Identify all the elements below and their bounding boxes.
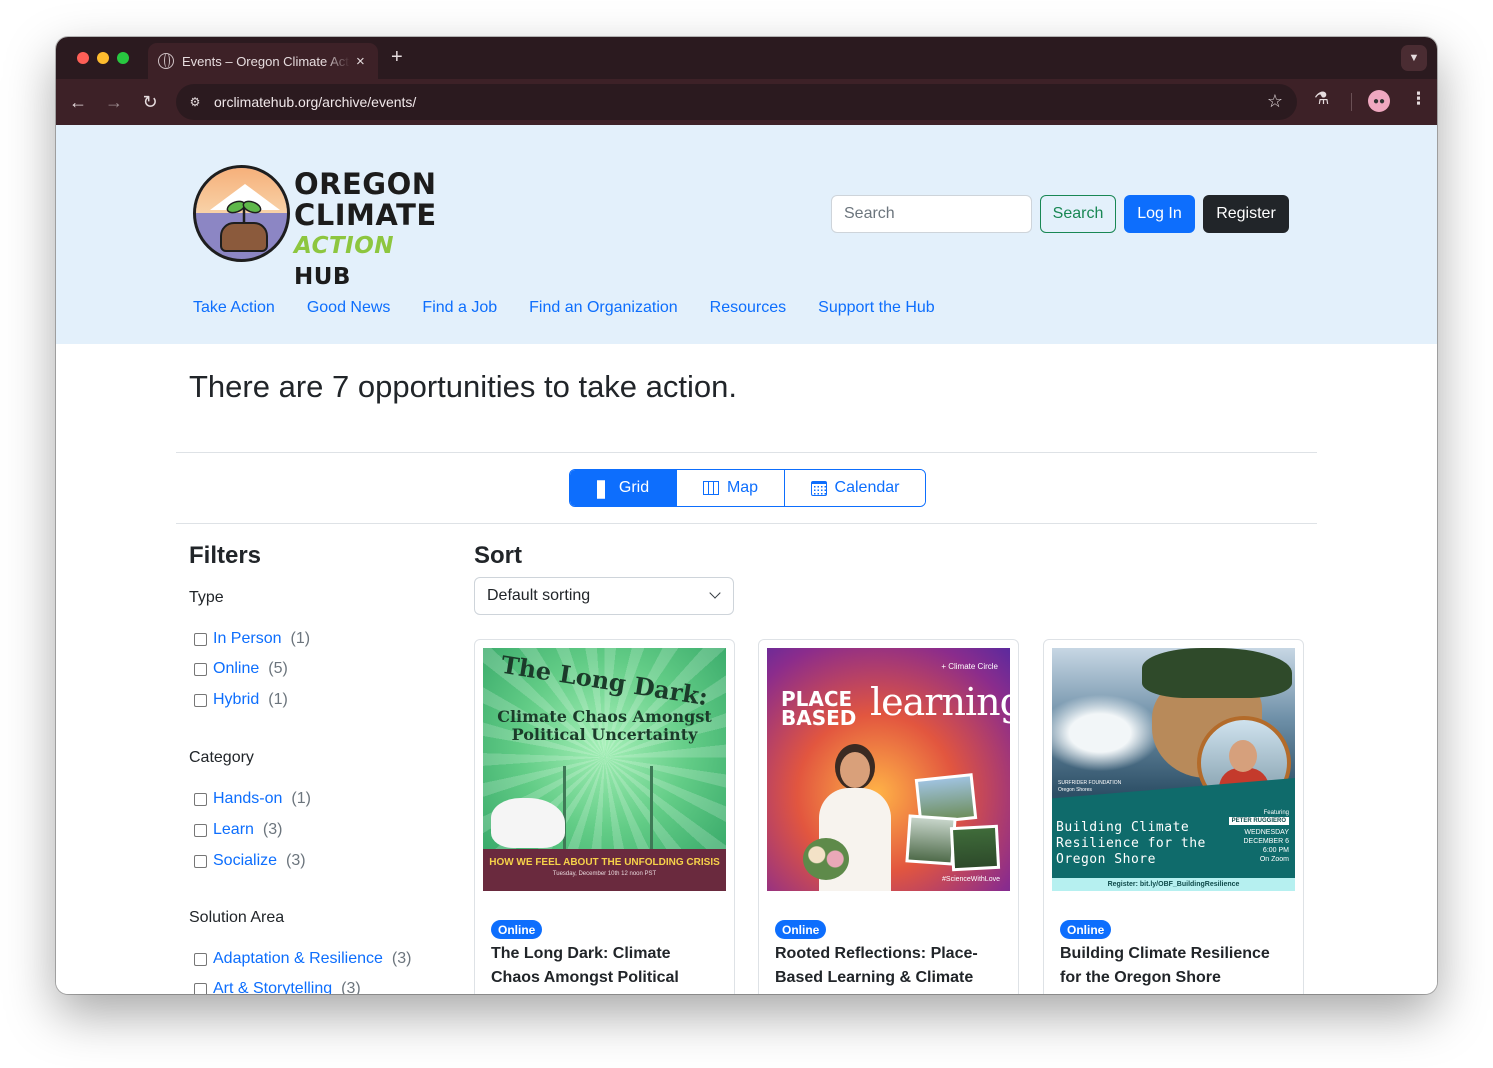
checkbox[interactable] [194, 792, 207, 806]
event-card[interactable]: The Long Dark: Climate Chaos Amongst Pol… [474, 639, 735, 994]
filter-category-socialize[interactable]: Socialize (3) [194, 852, 306, 870]
close-window-button[interactable] [77, 52, 89, 64]
address-bar[interactable]: ⚙ orclimatehub.org/archive/events/ ☆ [176, 84, 1297, 120]
register-button[interactable]: Register [1203, 195, 1289, 233]
nav-take-action[interactable]: Take Action [193, 299, 275, 317]
reload-icon[interactable]: ↻ [138, 90, 162, 114]
browser-window: Events – Oregon Climate Action Hub × + ▼… [56, 37, 1437, 994]
web-page: OREGON CLIMATE ACTION HUB Search Log In … [56, 125, 1437, 994]
view-toggle-group: Grid Map Calendar [569, 469, 926, 507]
site-settings-icon[interactable]: ⚙ [182, 89, 208, 115]
status-badge: Online [491, 920, 543, 939]
calendar-view-button[interactable]: Calendar [785, 470, 925, 506]
new-tab-button[interactable]: + [391, 46, 403, 69]
nav-find-a-job[interactable]: Find a Job [422, 299, 497, 317]
event-image[interactable]: + Climate Circle PLACE BASED learning #Sc… [767, 648, 1010, 891]
url-text[interactable]: orclimatehub.org/archive/events/ [214, 94, 416, 110]
tab-close-icon[interactable]: × [356, 53, 365, 70]
back-arrow-icon[interactable]: ← [66, 90, 90, 114]
filter-type-in-person[interactable]: In Person (1) [194, 630, 310, 648]
filter-solution-heading: Solution Area [189, 909, 285, 926]
filter-type-online[interactable]: Online (5) [194, 660, 288, 678]
status-badge: Online [775, 920, 827, 939]
checkbox[interactable] [194, 632, 207, 646]
filter-type-heading: Type [189, 589, 224, 606]
event-title[interactable]: The Long Dark: Climate Chaos Amongst Pol… [491, 942, 721, 994]
checkbox[interactable] [194, 952, 207, 966]
login-button[interactable]: Log In [1124, 195, 1195, 233]
main-nav: Take Action Good News Find a Job Find an… [193, 299, 967, 317]
sort-select[interactable]: Default sorting [474, 577, 734, 615]
checkbox[interactable] [194, 823, 207, 837]
divider [176, 452, 1317, 453]
tab-title: Events – Oregon Climate Action Hub [182, 53, 350, 69]
filter-type-hybrid[interactable]: Hybrid (1) [194, 691, 288, 709]
search-button[interactable]: Search [1040, 195, 1116, 233]
bookmark-star-icon[interactable]: ☆ [1267, 91, 1283, 112]
status-badge: Online [1060, 920, 1112, 939]
site-logo[interactable]: OREGON CLIMATE ACTION HUB [193, 165, 453, 290]
profile-avatar[interactable]: ●● [1368, 90, 1390, 112]
event-card[interactable]: SURFRIDER FOUNDATION Oregon Shores Featur… [1043, 639, 1304, 994]
nav-good-news[interactable]: Good News [307, 299, 391, 317]
browser-tab[interactable]: Events – Oregon Climate Action Hub × [148, 43, 378, 79]
event-card[interactable]: + Climate Circle PLACE BASED learning #Sc… [758, 639, 1019, 994]
filter-category-heading: Category [189, 749, 254, 766]
sort-heading: Sort [474, 542, 522, 569]
logo-wordmark: OREGON CLIMATE ACTION HUB [294, 167, 437, 291]
event-image[interactable]: SURFRIDER FOUNDATION Oregon Shores Featur… [1052, 648, 1295, 891]
filter-solution-art[interactable]: Art & Storytelling (3) [194, 980, 361, 994]
forward-arrow-icon[interactable]: → [102, 90, 126, 114]
filter-category-hands-on[interactable]: Hands-on (1) [194, 790, 311, 808]
nav-resources[interactable]: Resources [710, 299, 786, 317]
checkbox[interactable] [194, 854, 207, 868]
labs-flask-icon[interactable]: ⚗ [1314, 89, 1329, 109]
logo-emblem-icon [193, 165, 290, 262]
event-image[interactable]: The Long Dark: Climate Chaos Amongst Pol… [483, 648, 726, 891]
globe-icon [158, 53, 174, 69]
tab-bar: Events – Oregon Climate Action Hub × + ▼ [56, 37, 1437, 79]
nav-find-an-organization[interactable]: Find an Organization [529, 299, 678, 317]
checkbox[interactable] [194, 982, 207, 994]
grid-view-button[interactable]: Grid [570, 470, 677, 506]
calendar-icon [810, 480, 827, 496]
page-title: There are 7 opportunities to take action… [189, 369, 737, 404]
search-input[interactable] [831, 195, 1032, 233]
tab-search-chevron-icon[interactable]: ▼ [1401, 45, 1427, 71]
more-menu-icon[interactable]: ⋮ [1410, 89, 1427, 109]
map-view-button[interactable]: Map [677, 470, 785, 506]
filters-heading: Filters [189, 542, 262, 569]
event-title[interactable]: Rooted Reflections: Place-Based Learning… [775, 942, 1005, 994]
site-header: OREGON CLIMATE ACTION HUB Search Log In … [56, 125, 1437, 344]
maximize-window-button[interactable] [117, 52, 129, 64]
chevron-down-icon [709, 587, 721, 599]
checkbox[interactable] [194, 662, 207, 676]
divider [176, 523, 1317, 524]
nav-support-the-hub[interactable]: Support the Hub [818, 299, 935, 317]
toolbar-divider [1351, 93, 1352, 111]
checkbox[interactable] [194, 693, 207, 707]
sort-selected-value: Default sorting [487, 587, 591, 604]
event-title[interactable]: Building Climate Resilience for the Oreg… [1060, 942, 1290, 990]
filter-category-learn[interactable]: Learn (3) [194, 821, 282, 839]
grid-icon [596, 480, 611, 499]
map-icon [702, 481, 719, 495]
minimize-window-button[interactable] [97, 52, 109, 64]
filter-solution-adaptation[interactable]: Adaptation & Resilience (3) [194, 950, 411, 968]
browser-toolbar: ← → ↻ ⚙ orclimatehub.org/archive/events/… [56, 79, 1437, 125]
